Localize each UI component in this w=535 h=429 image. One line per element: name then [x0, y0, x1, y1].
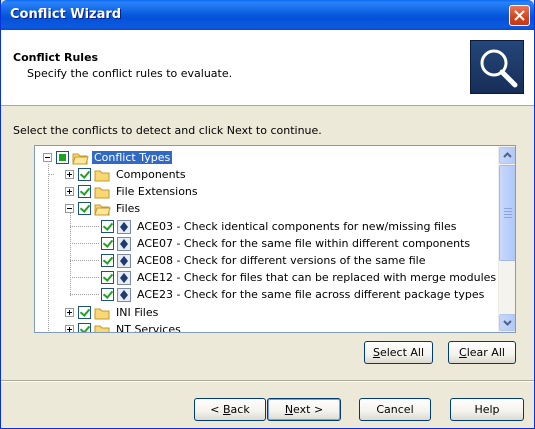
rule-icon: [117, 236, 131, 251]
checkbox[interactable]: [101, 254, 114, 267]
select-all-button[interactable]: Select All: [364, 341, 433, 364]
footer-separator: [1, 380, 534, 382]
folder-open-icon: [72, 153, 89, 164]
tree-item-ace03[interactable]: ACE03 - Check identical components for n…: [101, 218, 459, 235]
select-all-accel: S: [372, 346, 380, 359]
select-all-label: elect All: [379, 346, 425, 359]
cancel-label: Cancel: [376, 403, 414, 416]
tree-item-files[interactable]: Files: [65, 200, 142, 217]
expand-toggle[interactable]: [65, 170, 74, 179]
folder-icon: [94, 187, 110, 198]
tree-item-label: File Extensions: [116, 185, 198, 198]
tree-item-ini-files[interactable]: INI Files: [65, 304, 160, 321]
folder-icon: [94, 170, 110, 181]
back-button[interactable]: < Back: [194, 398, 266, 421]
clear-all-button[interactable]: Clear All: [448, 341, 516, 364]
expand-toggle[interactable]: [65, 325, 74, 332]
checkbox[interactable]: [101, 220, 114, 233]
window-title: Conflict Wizard: [10, 7, 122, 22]
chevron-up-icon: [503, 152, 512, 158]
page-title: Conflict Rules: [13, 51, 99, 64]
rule-icon: [117, 287, 131, 302]
checkbox[interactable]: [78, 185, 91, 198]
tree-item-label: Components: [116, 168, 186, 181]
tree-item-label: ACE07 - Check for the same file within d…: [137, 237, 471, 250]
tree-item-ace08[interactable]: ACE08 - Check for different versions of …: [101, 252, 427, 269]
close-button[interactable]: [509, 5, 530, 26]
tree-item-label: ACE23 - Check for the same file across d…: [137, 288, 485, 301]
rule-icon: [117, 219, 131, 234]
wizard-header: Conflict Rules Specify the conflict rule…: [1, 30, 534, 106]
tree-item-file-extensions[interactable]: File Extensions: [65, 183, 200, 200]
help-button[interactable]: Help: [450, 398, 524, 421]
folder-icon: [94, 308, 110, 319]
tree-item-nt-services[interactable]: NT Services: [65, 321, 183, 333]
next-label: ext >: [293, 403, 324, 416]
back-label: ack: [230, 403, 250, 416]
tree-item-ace12[interactable]: ACE12 - Check for files that can be repl…: [101, 269, 498, 286]
page-subtitle: Specify the conflict rules to evaluate.: [27, 67, 233, 80]
tree-item-label: ACE12 - Check for files that can be repl…: [137, 271, 497, 284]
conflict-wizard-window: Conflict Wizard Conflict Rules Specify t…: [0, 0, 535, 429]
next-accel: N: [284, 403, 294, 416]
checkbox[interactable]: [101, 237, 114, 250]
tree-item-ace23[interactable]: ACE23 - Check for the same file across d…: [101, 286, 486, 303]
folder-open-icon: [94, 204, 111, 215]
scroll-up-button[interactable]: [499, 147, 515, 164]
tree-root-row[interactable]: Conflict Types: [43, 149, 173, 166]
clear-all-label: lear All: [466, 346, 505, 359]
rule-icon: [117, 253, 131, 268]
rule-icon: [117, 270, 131, 285]
folder-icon: [94, 325, 110, 332]
expand-toggle[interactable]: [65, 308, 74, 317]
checkbox[interactable]: [101, 288, 114, 301]
tree-item-label: ACE03 - Check identical components for n…: [137, 220, 457, 233]
collapse-toggle[interactable]: [65, 204, 74, 213]
scroll-down-button[interactable]: [499, 314, 515, 331]
tree-item-label: INI Files: [116, 306, 159, 319]
checkbox[interactable]: [78, 168, 91, 181]
back-label-prefix: <: [210, 403, 223, 416]
tree-item-components[interactable]: Components: [65, 166, 188, 183]
checkbox[interactable]: [78, 202, 91, 215]
title-bar[interactable]: Conflict Wizard: [1, 0, 534, 30]
back-accel: B: [223, 403, 231, 416]
tree-item-label: ACE08 - Check for different versions of …: [137, 254, 426, 267]
magnifier-icon: [470, 40, 524, 94]
close-icon: [514, 10, 525, 21]
tree-item-ace07[interactable]: ACE07 - Check for the same file within d…: [101, 235, 472, 252]
help-label: Help: [474, 403, 500, 416]
collapse-toggle[interactable]: [43, 153, 52, 162]
checkbox[interactable]: [78, 306, 91, 319]
conflict-types-tree[interactable]: Conflict Types Components File Extension…: [34, 145, 516, 333]
vertical-scrollbar[interactable]: [498, 146, 515, 332]
tree-item-label: NT Services: [116, 323, 181, 333]
tree-root-label: Conflict Types: [92, 151, 173, 164]
tree-item-label: Files: [116, 202, 141, 215]
clear-all-accel: C: [459, 346, 467, 359]
cancel-button[interactable]: Cancel: [359, 398, 431, 421]
expand-toggle[interactable]: [65, 187, 74, 196]
next-button[interactable]: Next >: [267, 398, 341, 421]
instruction-text: Select the conflicts to detect and click…: [13, 124, 322, 137]
scroll-thumb[interactable]: [499, 165, 515, 261]
chevron-down-icon: [503, 320, 512, 326]
checkbox[interactable]: [101, 271, 114, 284]
checkbox[interactable]: [78, 323, 91, 332]
checkbox[interactable]: [56, 151, 69, 164]
